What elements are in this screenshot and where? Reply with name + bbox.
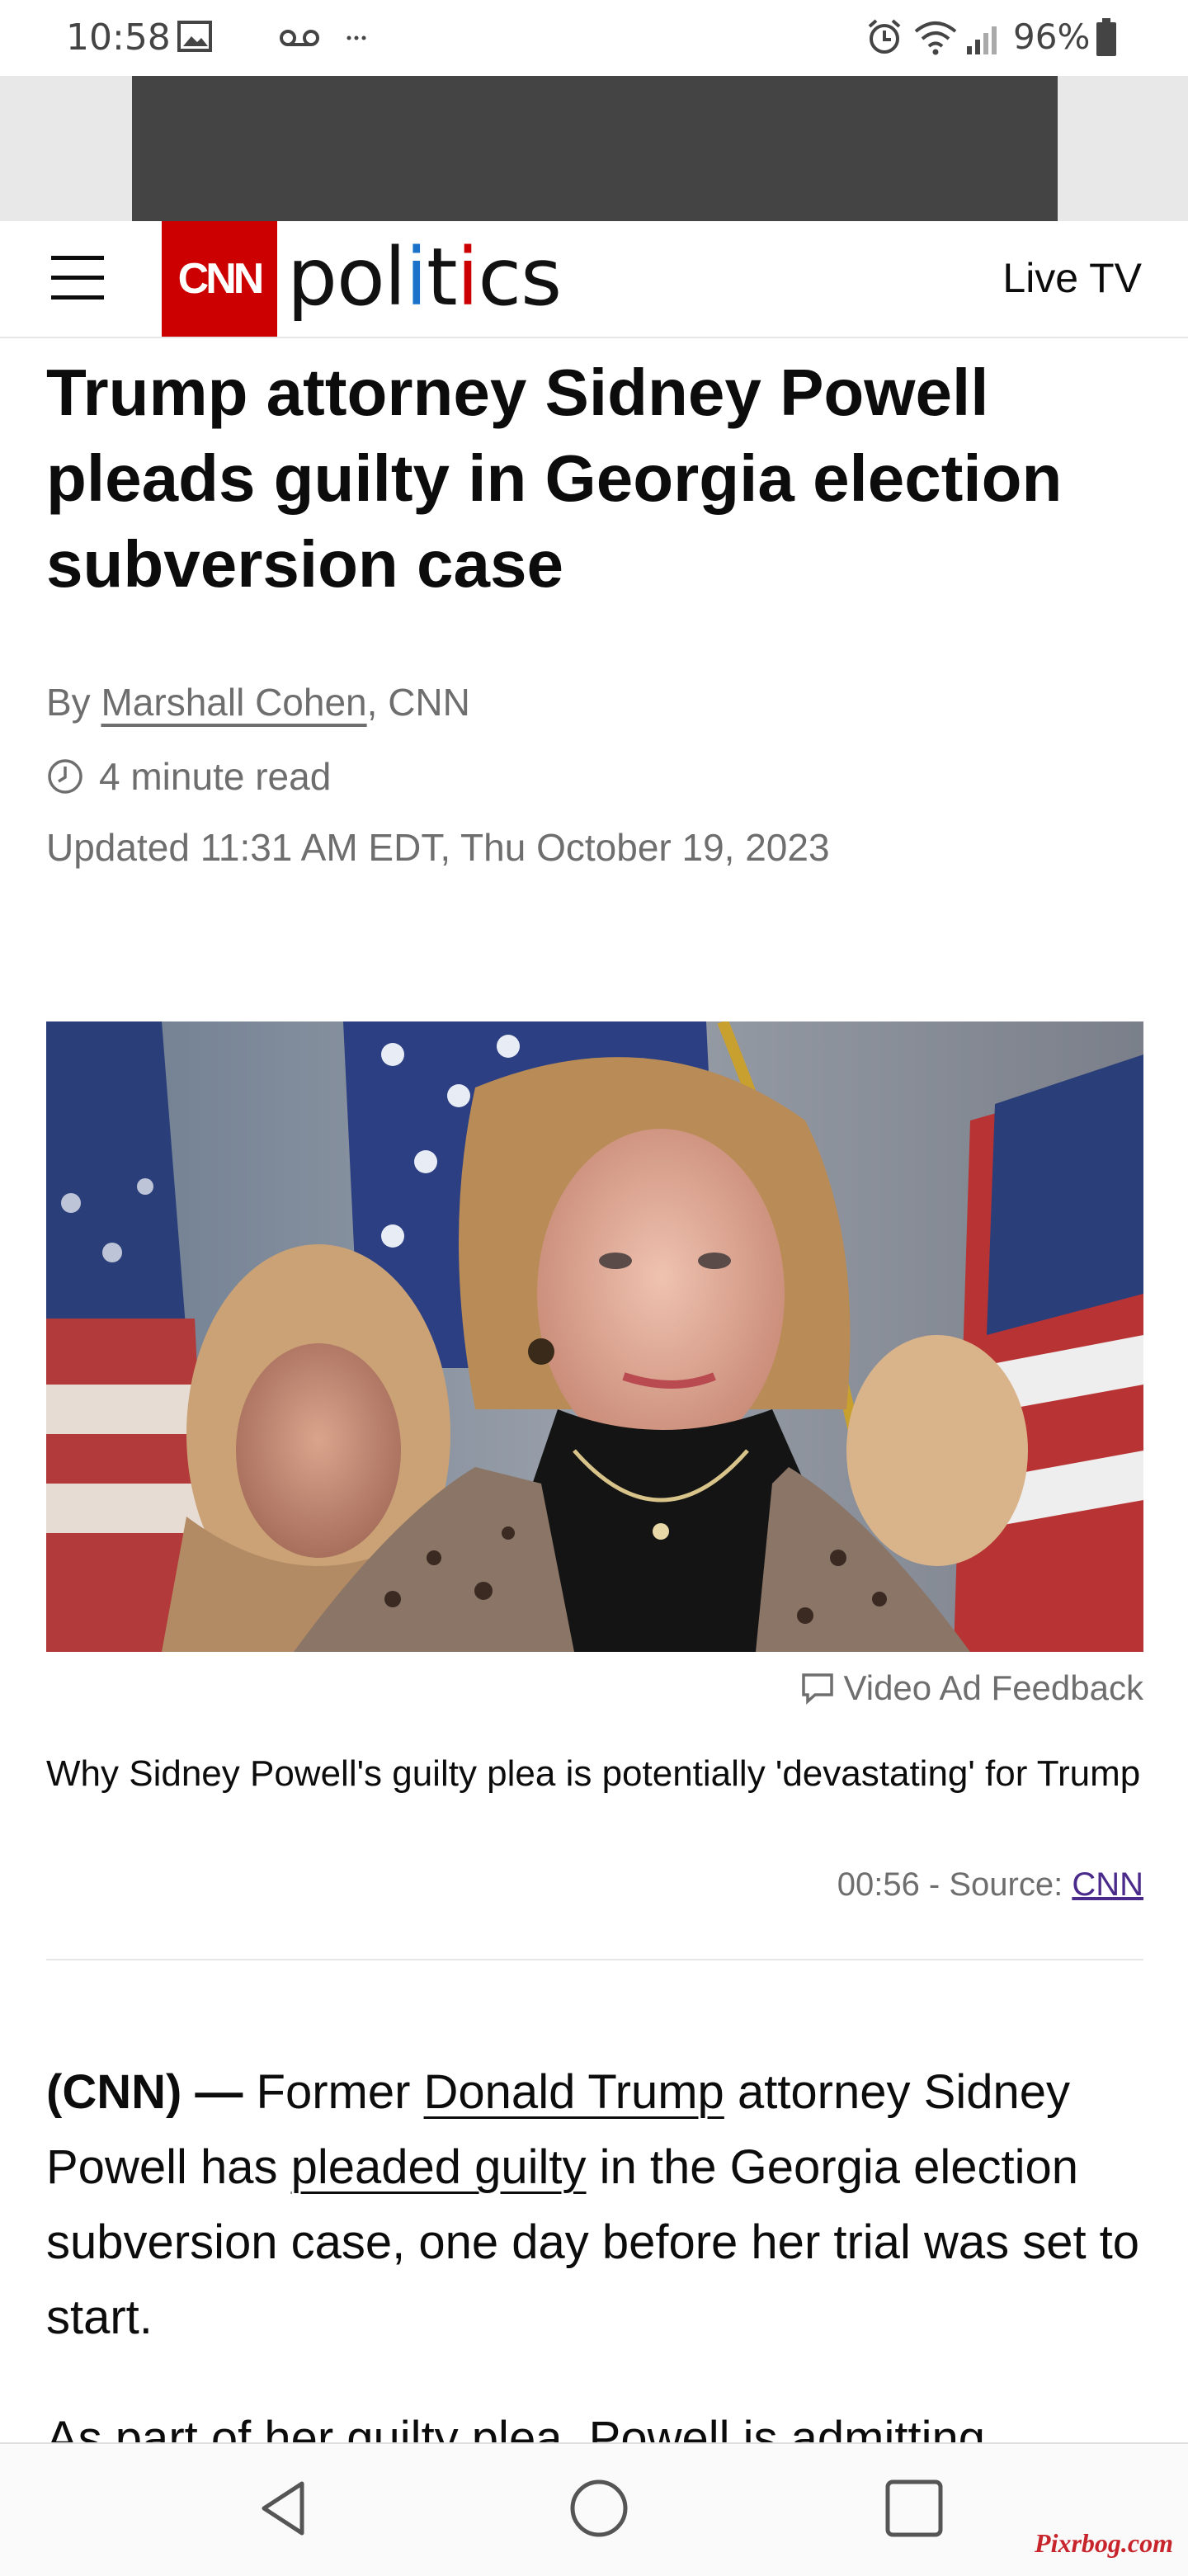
- pleaded-guilty-link[interactable]: pleaded guilty: [291, 2140, 587, 2194]
- video-player[interactable]: [46, 1021, 1143, 1652]
- byline: By Marshall Cohen, CNN: [46, 680, 470, 724]
- status-bar: 10:58 96%: [0, 0, 1188, 76]
- byline-prefix: By: [46, 681, 101, 724]
- section-logo-part: pol: [287, 231, 406, 323]
- feedback-icon: [802, 1673, 834, 1705]
- dateline: (CNN) —: [46, 2065, 243, 2119]
- video-caption: Why Sidney Powell's guilty plea is poten…: [46, 1753, 1141, 1794]
- image-icon: [177, 21, 212, 52]
- battery-icon: [1096, 18, 1116, 56]
- divider: [46, 1959, 1143, 1960]
- home-icon[interactable]: [568, 2477, 630, 2540]
- section-logo-part: i: [405, 231, 427, 323]
- system-navigation-bar: [0, 2442, 1188, 2576]
- more-icon: [346, 35, 366, 40]
- read-time-label: 4 minute read: [99, 755, 332, 798]
- section-logo-part: cs: [478, 231, 562, 323]
- paragraph-text: Former: [243, 2065, 424, 2119]
- menu-icon[interactable]: [51, 249, 106, 307]
- video-source-line: 00:56 - Source: CNN: [837, 1866, 1143, 1904]
- wifi-icon: [914, 21, 957, 55]
- article-paragraph-partial: As part of her guilty plea, Powell is ad…: [46, 2412, 985, 2442]
- back-icon[interactable]: [252, 2477, 315, 2540]
- article-headline: Trump attorney Sidney Powell pleads guil…: [46, 356, 1063, 601]
- ad-feedback-label: Video Ad Feedback: [843, 1668, 1143, 1707]
- signal-icon: [967, 26, 997, 54]
- politics-section-logo[interactable]: politics: [287, 231, 562, 323]
- video-duration: 00:56 - Source:: [837, 1866, 1072, 1903]
- cnn-logo[interactable]: CNN: [162, 221, 277, 337]
- article-paragraph: (CNN) — Former Donald Trump attorney Sid…: [46, 2055, 1143, 2355]
- site-header: CNN politics Live TV: [0, 221, 1188, 338]
- source-link[interactable]: CNN: [1072, 1866, 1143, 1903]
- ad-banner[interactable]: [132, 76, 1058, 221]
- alarm-icon: [868, 19, 901, 54]
- read-time: 4 minute read: [46, 754, 331, 799]
- voicemail-icon: [280, 30, 319, 46]
- section-logo-part: t: [427, 231, 458, 323]
- watermark-text: Pixrbog.com: [1035, 2528, 1173, 2558]
- section-logo-part: i: [456, 231, 479, 323]
- donald-trump-link[interactable]: Donald Trump: [424, 2065, 724, 2119]
- video-thumbnail: [46, 1021, 1143, 1652]
- live-tv-link[interactable]: Live TV: [1002, 254, 1142, 302]
- author-link[interactable]: Marshall Cohen: [101, 681, 366, 724]
- updated-timestamp: Updated 11:31 AM EDT, Thu October 19, 20…: [46, 826, 830, 869]
- byline-suffix: , CNN: [366, 681, 470, 724]
- status-time: 10:58: [66, 17, 171, 59]
- video-ad-feedback[interactable]: Video Ad Feedback: [800, 1668, 1143, 1708]
- ad-banner-area: [0, 76, 1188, 221]
- battery-percent: 96%: [1013, 17, 1091, 57]
- recents-icon[interactable]: [883, 2477, 945, 2540]
- clock-icon: [48, 759, 82, 794]
